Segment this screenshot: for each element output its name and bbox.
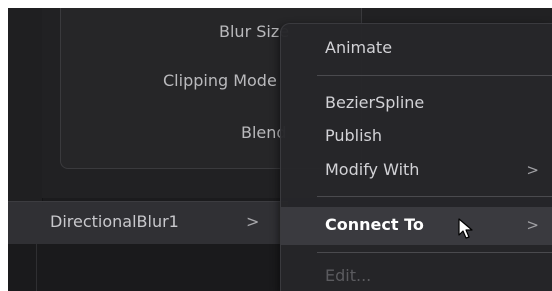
menu-item-bezierspline[interactable]: BezierSpline (281, 87, 552, 121)
chevron-right-icon[interactable]: > (246, 212, 259, 231)
menu-item-label: Publish (325, 126, 383, 145)
screenshot-frame: Blur Size Clipping Mode Blend Directiona… (0, 0, 552, 291)
menu-item-label: Connect To (325, 215, 424, 234)
menu-separator (317, 75, 552, 76)
inspector-window: Blur Size Clipping Mode Blend Directiona… (8, 8, 552, 291)
menu-item-label: Edit... (325, 266, 372, 285)
tool-header-directionalblur[interactable]: DirectionalBlur1 > (8, 201, 288, 245)
tool-name: DirectionalBlur1 (50, 212, 179, 231)
chevron-right-icon: > (526, 161, 539, 179)
menu-item-label: Modify With (325, 160, 420, 179)
menu-item-edit[interactable]: Edit... (281, 260, 552, 291)
mouse-pointer-icon (458, 218, 473, 239)
menu-item-publish[interactable]: Publish (281, 120, 552, 154)
context-menu: Animate BezierSpline Publish Modify With… (280, 23, 552, 291)
menu-item-connect-to[interactable]: Connect To > (281, 207, 552, 245)
lower-panel-inner (36, 244, 287, 291)
chevron-right-icon: > (526, 216, 539, 234)
menu-item-animate[interactable]: Animate (281, 32, 552, 66)
menu-item-modify-with[interactable]: Modify With > (281, 154, 552, 188)
param-label-clipping-mode: Clipping Mode (163, 71, 277, 90)
param-label-blur-size: Blur Size (219, 22, 290, 41)
menu-item-label: BezierSpline (325, 93, 425, 112)
menu-separator (317, 196, 552, 197)
menu-item-label: Animate (325, 38, 393, 57)
menu-separator (317, 252, 552, 253)
